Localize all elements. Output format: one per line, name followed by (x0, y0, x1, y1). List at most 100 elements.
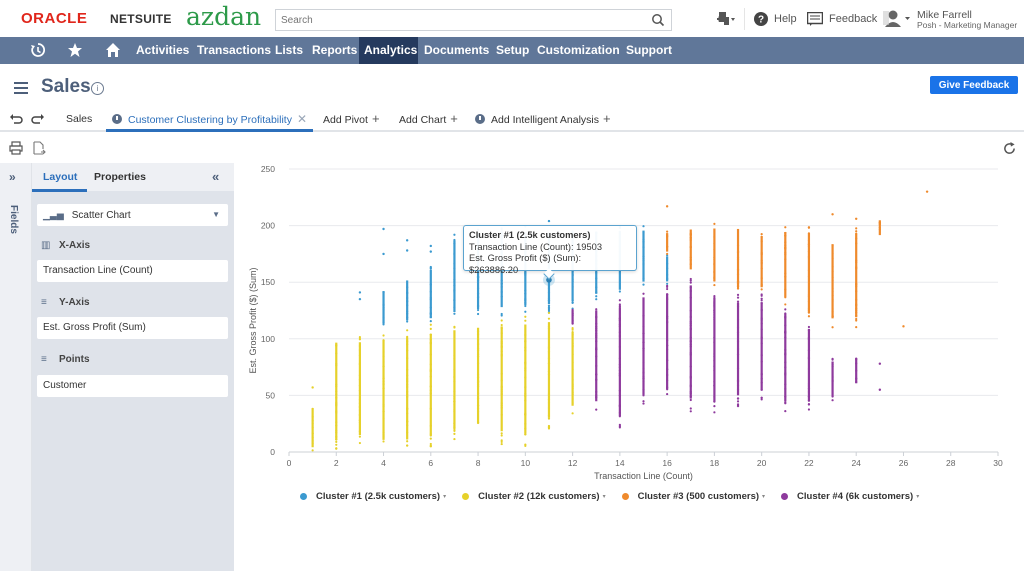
data-point[interactable] (807, 403, 811, 406)
data-point[interactable] (547, 219, 551, 223)
data-point[interactable] (760, 373, 763, 376)
data-point[interactable] (358, 441, 361, 445)
data-point[interactable] (524, 304, 527, 308)
data-point[interactable] (500, 354, 503, 357)
data-point[interactable] (595, 291, 598, 294)
data-point[interactable] (807, 367, 811, 371)
legend-item[interactable]: Cluster #3 (500 customers) ▾ (621, 491, 765, 502)
data-point[interactable] (571, 301, 574, 304)
data-point[interactable] (547, 299, 551, 302)
data-point[interactable] (855, 242, 858, 245)
data-point[interactable] (476, 421, 480, 425)
data-point[interactable] (406, 431, 409, 434)
data-point[interactable] (760, 377, 763, 380)
data-point[interactable] (784, 253, 787, 256)
collapse-panel-icon[interactable]: « (212, 169, 219, 184)
data-point[interactable] (666, 285, 669, 288)
data-point[interactable] (406, 407, 409, 410)
data-point[interactable] (736, 403, 740, 406)
data-point[interactable] (689, 385, 692, 388)
data-point[interactable] (736, 296, 740, 299)
data-point[interactable] (855, 217, 858, 221)
data-point[interactable] (500, 404, 503, 407)
data-point[interactable] (429, 333, 432, 336)
data-point[interactable] (689, 263, 692, 266)
data-point[interactable] (618, 411, 621, 414)
data-point[interactable] (807, 311, 811, 314)
nav-transactions[interactable]: Transactions (192, 37, 276, 64)
data-point[interactable] (476, 397, 480, 400)
data-point[interactable] (453, 376, 456, 379)
search-icon[interactable] (651, 13, 665, 27)
data-point[interactable] (571, 361, 574, 364)
data-point[interactable] (666, 293, 669, 296)
data-point[interactable] (855, 362, 858, 365)
points-field[interactable]: Customer (37, 375, 228, 397)
data-point[interactable] (689, 322, 692, 325)
chevron-down-icon[interactable]: ▾ (762, 493, 765, 500)
data-point[interactable] (453, 306, 456, 309)
data-point[interactable] (831, 276, 834, 279)
data-point[interactable] (831, 315, 834, 318)
data-point[interactable] (807, 269, 811, 272)
data-point[interactable] (784, 258, 787, 261)
data-point[interactable] (382, 360, 385, 364)
data-point[interactable] (642, 341, 645, 344)
data-point[interactable] (476, 292, 480, 295)
data-point[interactable] (547, 372, 551, 376)
data-point[interactable] (500, 327, 503, 330)
data-point[interactable] (666, 262, 669, 265)
data-point[interactable] (476, 287, 480, 290)
data-point[interactable] (406, 316, 409, 319)
data-point[interactable] (595, 408, 598, 411)
data-point[interactable] (476, 385, 480, 388)
data-point[interactable] (476, 404, 480, 407)
data-point[interactable] (524, 361, 527, 364)
data-point[interactable] (358, 398, 361, 401)
data-point[interactable] (689, 339, 692, 343)
data-point[interactable] (524, 369, 527, 372)
data-point[interactable] (547, 291, 551, 294)
nav-analytics[interactable]: Analytics (359, 37, 418, 64)
data-point[interactable] (807, 356, 811, 359)
data-point[interactable] (453, 267, 456, 270)
data-point[interactable] (311, 407, 314, 410)
series-cluster-3-500-customers-[interactable] (665, 190, 929, 329)
data-point[interactable] (784, 275, 787, 278)
data-point[interactable] (666, 388, 669, 391)
data-point[interactable] (831, 395, 834, 398)
data-point[interactable] (642, 257, 645, 260)
data-point[interactable] (760, 293, 763, 296)
data-point[interactable] (807, 382, 811, 386)
data-point[interactable] (382, 323, 385, 326)
data-point[interactable] (784, 308, 787, 311)
data-point[interactable] (406, 395, 409, 399)
data-point[interactable] (406, 377, 409, 381)
data-point[interactable] (736, 353, 740, 356)
data-point[interactable] (831, 244, 834, 247)
data-point[interactable] (784, 272, 787, 275)
data-point[interactable] (453, 299, 456, 302)
data-point[interactable] (406, 304, 409, 307)
data-point[interactable] (335, 443, 338, 446)
data-point[interactable] (500, 402, 503, 405)
data-point[interactable] (335, 385, 338, 388)
data-point[interactable] (429, 290, 432, 293)
data-point[interactable] (595, 334, 598, 337)
data-point[interactable] (807, 232, 811, 235)
create-new-button[interactable] (716, 0, 736, 37)
data-point[interactable] (713, 352, 716, 356)
data-point[interactable] (358, 344, 361, 348)
data-point[interactable] (406, 343, 409, 346)
data-point[interactable] (642, 283, 645, 286)
data-point[interactable] (358, 363, 361, 366)
data-point[interactable] (358, 378, 361, 381)
data-point[interactable] (382, 440, 385, 443)
data-point[interactable] (831, 257, 834, 260)
data-point[interactable] (429, 338, 432, 341)
data-point[interactable] (618, 290, 621, 293)
data-point[interactable] (760, 308, 763, 311)
data-point[interactable] (736, 380, 740, 383)
data-point[interactable] (713, 300, 716, 304)
nav-activities[interactable]: Activities (131, 37, 194, 64)
